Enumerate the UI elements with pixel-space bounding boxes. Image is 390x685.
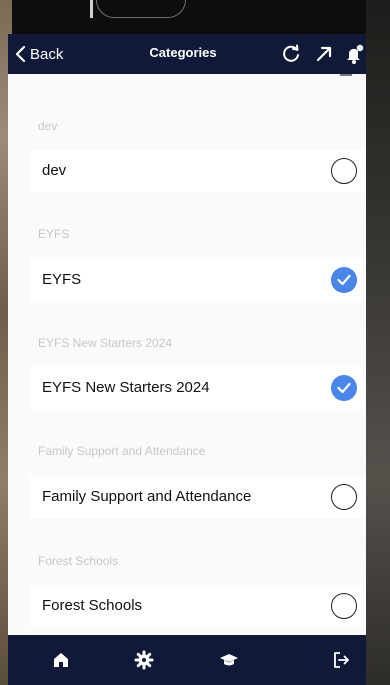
gear-icon[interactable] xyxy=(133,649,155,671)
section-label: Forest Schools xyxy=(38,554,119,568)
category-label: dev xyxy=(42,162,67,179)
background-top xyxy=(0,0,390,34)
expand-icon[interactable] xyxy=(313,43,335,65)
category-row-forest-schools[interactable]: Forest Schools xyxy=(30,585,366,627)
graduation-cap-icon[interactable] xyxy=(218,649,240,671)
back-button[interactable]: Back xyxy=(14,40,63,68)
bottom-nav-bar xyxy=(8,635,366,685)
background-right xyxy=(366,0,390,685)
unchecked-radio[interactable] xyxy=(331,158,357,184)
category-label: EYFS New Starters 2024 xyxy=(42,379,210,396)
chevron-left-icon xyxy=(15,45,26,63)
category-label: EYFS xyxy=(42,271,82,288)
app-screen: Back Categories dev dev EYFS EYFS EYFS N… xyxy=(8,34,366,685)
category-label: Forest Schools xyxy=(42,597,143,614)
category-row-dev[interactable]: dev xyxy=(30,150,366,192)
checkmark-icon[interactable] xyxy=(331,375,357,401)
logout-icon[interactable] xyxy=(330,649,352,671)
scroll-peek-divider xyxy=(340,74,352,76)
category-list: dev dev EYFS EYFS EYFS New Starters 2024… xyxy=(8,74,366,635)
unchecked-radio[interactable] xyxy=(331,484,357,510)
section-label: Family Support and Attendance xyxy=(38,444,206,458)
background-logo xyxy=(96,0,186,18)
category-row-eyfs-new-starters[interactable]: EYFS New Starters 2024 xyxy=(30,367,366,409)
back-label: Back xyxy=(30,45,64,63)
category-label: Family Support and Attendance xyxy=(42,488,252,505)
header-bar: Back Categories xyxy=(8,34,366,74)
page-title: Categories xyxy=(149,45,217,60)
unchecked-radio[interactable] xyxy=(331,593,357,619)
category-row-family-support[interactable]: Family Support and Attendance xyxy=(30,476,366,518)
home-icon[interactable] xyxy=(50,649,72,671)
refresh-icon[interactable] xyxy=(280,43,302,65)
section-label: EYFS New Starters 2024 xyxy=(38,336,173,350)
bell-icon[interactable] xyxy=(343,43,365,65)
section-label: dev xyxy=(38,119,58,133)
checkmark-icon[interactable] xyxy=(331,267,357,293)
category-row-eyfs[interactable]: EYFS xyxy=(30,259,366,301)
section-label: EYFS xyxy=(38,227,70,241)
background-decoration xyxy=(90,0,93,18)
